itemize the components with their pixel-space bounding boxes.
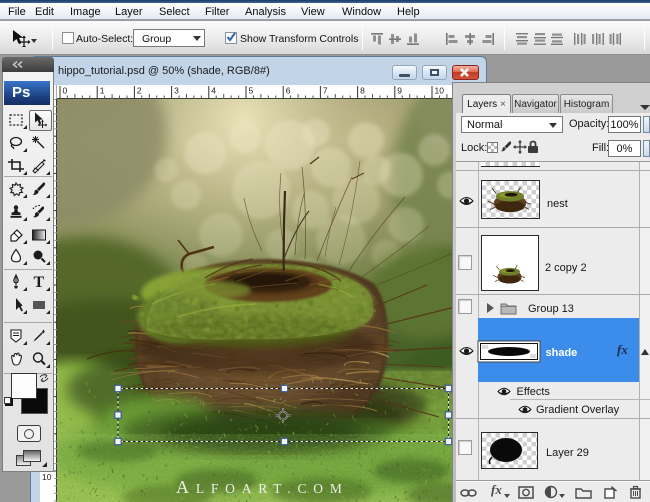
svg-text:9: 9 xyxy=(397,86,402,96)
svg-text:10: 10 xyxy=(42,472,52,482)
svg-text:6: 6 xyxy=(286,86,291,96)
svg-text:1: 1 xyxy=(100,86,105,96)
svg-text:T: T xyxy=(34,274,45,290)
svg-text:0: 0 xyxy=(63,86,68,96)
svg-text:7: 7 xyxy=(323,86,328,96)
svg-text:8: 8 xyxy=(360,86,365,96)
svg-text:3: 3 xyxy=(174,86,179,96)
svg-text:2: 2 xyxy=(137,86,142,96)
svg-text:5: 5 xyxy=(249,86,254,96)
svg-text:4: 4 xyxy=(211,86,216,96)
svg-text:10: 10 xyxy=(435,86,445,96)
